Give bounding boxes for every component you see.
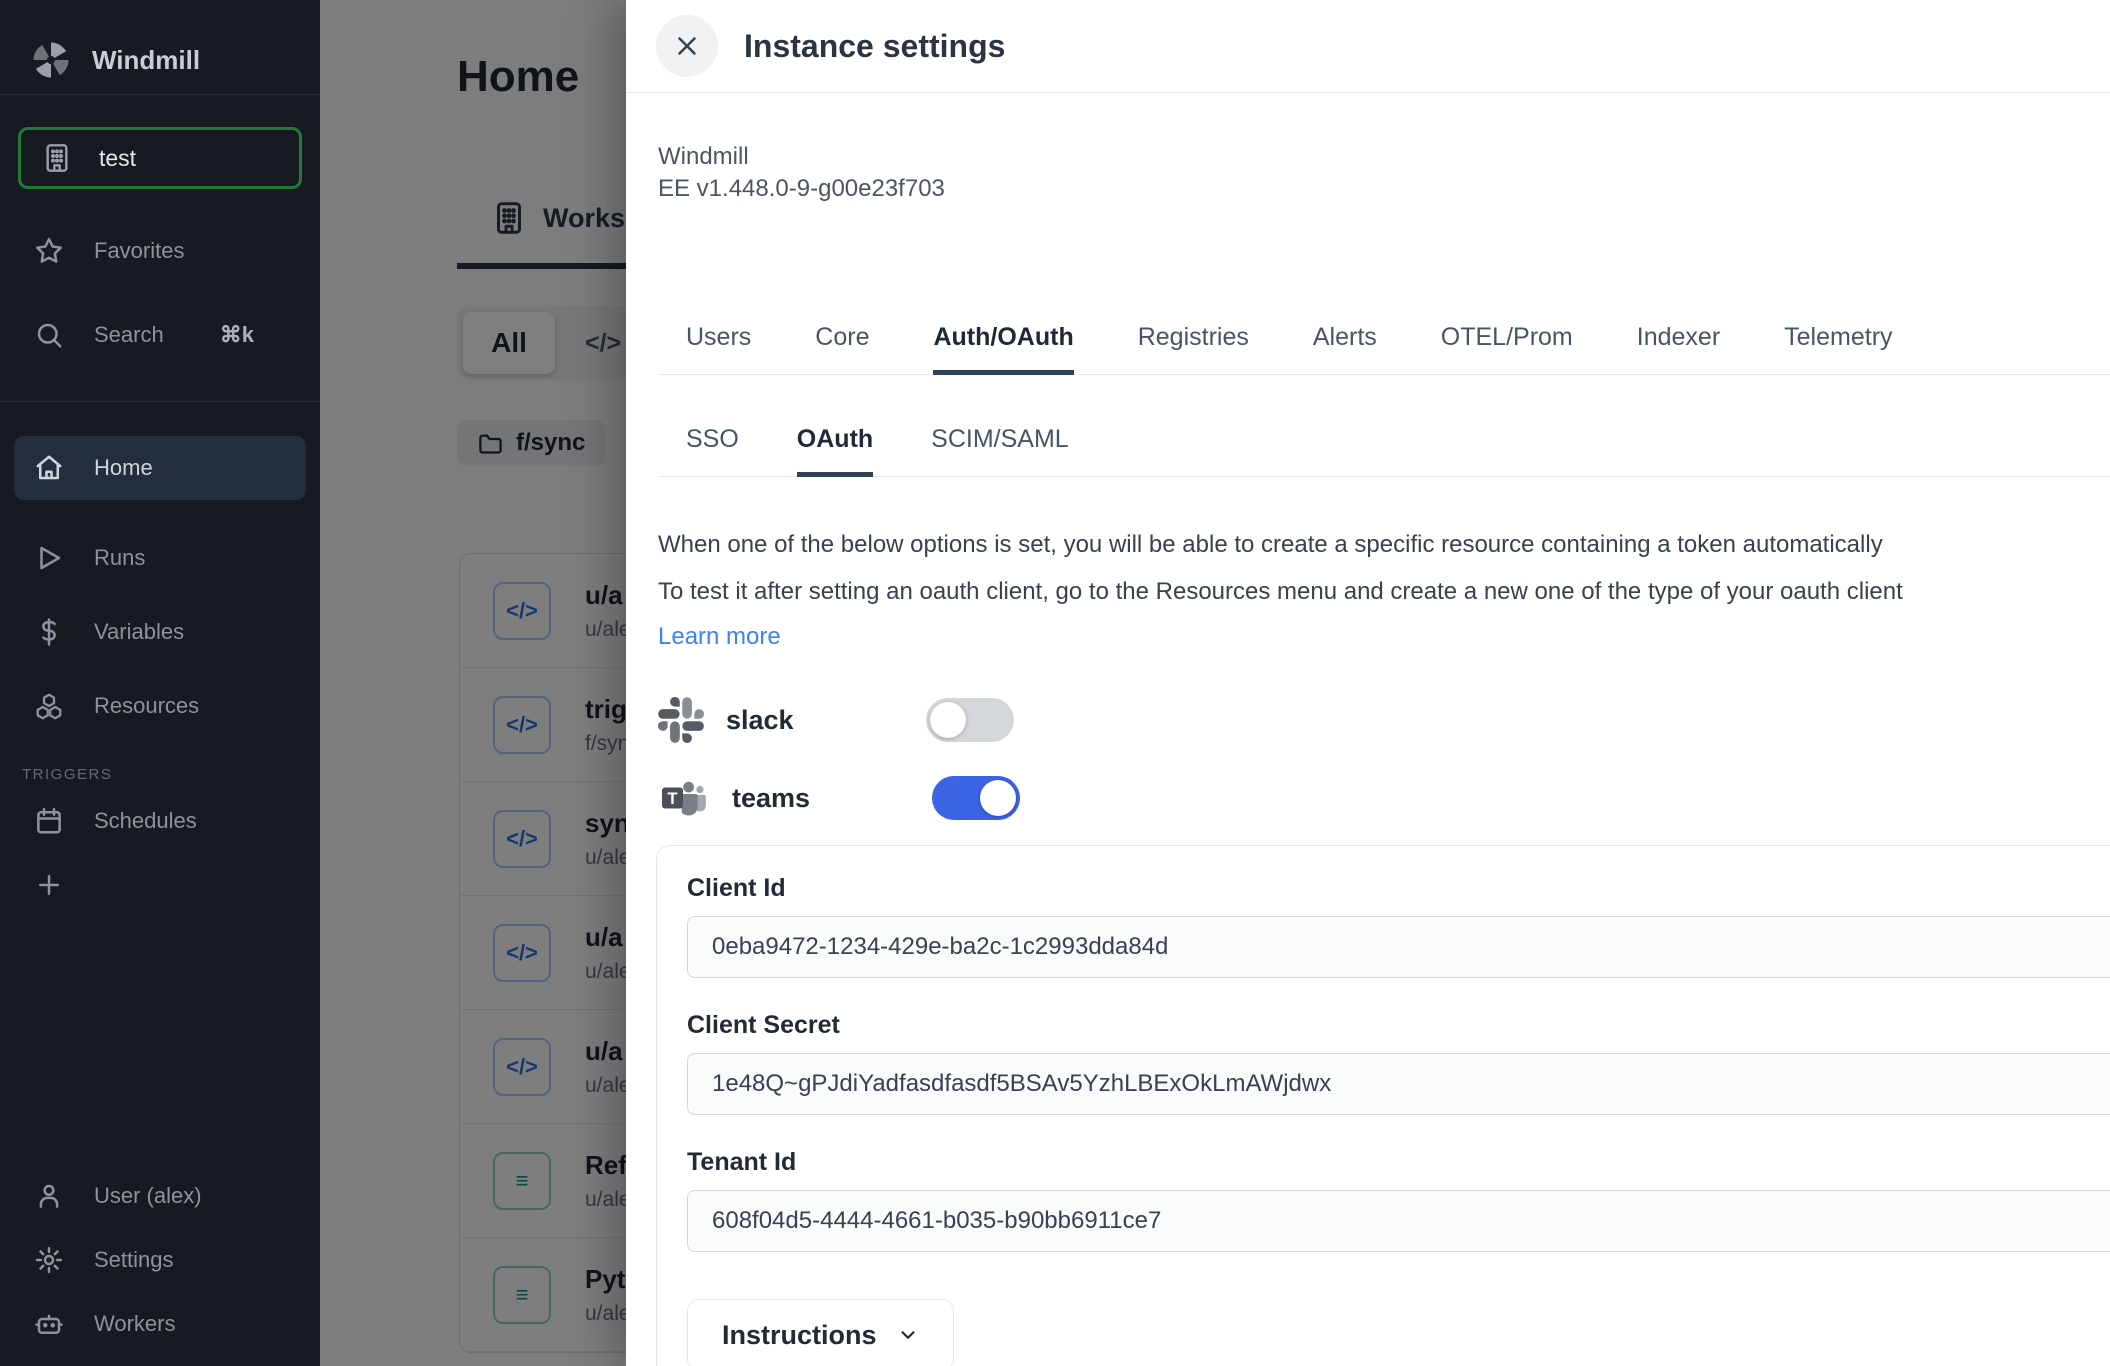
- triggers-section-label: TRIGGERS: [0, 738, 320, 789]
- sidebar-item-user[interactable]: User (alex): [0, 1164, 320, 1228]
- play-icon: [34, 543, 64, 573]
- app-name-line: Windmill: [658, 141, 2110, 173]
- sidebar-item-label: Resources: [94, 693, 199, 719]
- client-secret-input[interactable]: [687, 1053, 2110, 1115]
- sidebar-item-home[interactable]: Home: [14, 436, 306, 500]
- close-button[interactable]: [656, 15, 718, 77]
- app-logo[interactable]: Windmill: [0, 0, 320, 94]
- provider-row-slack: slack: [658, 681, 2110, 759]
- app-name: Windmill: [92, 45, 200, 76]
- provider-row-teams: T teams: [658, 759, 2110, 837]
- x-icon: [672, 31, 702, 61]
- slack-toggle[interactable]: [926, 698, 1014, 742]
- oauth-providers: slack T teams: [658, 681, 2110, 837]
- windmill-logo-icon: [30, 39, 72, 81]
- teams-oauth-form: Client Id Client Secret Tenant Id Instru…: [656, 845, 2110, 1366]
- tab-indexer[interactable]: Indexer: [1637, 323, 1720, 374]
- gear-icon: [34, 1245, 64, 1275]
- sidebar-item-resources[interactable]: Resources: [0, 674, 320, 738]
- plus-icon: [34, 870, 64, 900]
- search-shortcut: ⌘k: [220, 322, 254, 348]
- divider: [0, 94, 320, 95]
- sidebar-item-favorites[interactable]: Favorites: [0, 219, 320, 283]
- sidebar-item-workers[interactable]: Workers: [0, 1292, 320, 1356]
- teams-icon: T: [658, 775, 710, 821]
- subtab-sso[interactable]: SSO: [686, 425, 739, 476]
- svg-text:T: T: [668, 790, 678, 808]
- person-icon: [34, 1181, 64, 1211]
- sidebar-item-settings[interactable]: Settings: [0, 1228, 320, 1292]
- instructions-label: Instructions: [722, 1320, 877, 1351]
- sidebar-item-label: Settings: [94, 1247, 174, 1273]
- search-icon: [34, 320, 64, 350]
- sidebar-item-label: Runs: [94, 545, 145, 571]
- toggle-knob: [980, 780, 1016, 816]
- auth-subtabs: SSO OAuth SCIM/SAML: [658, 425, 2110, 477]
- instructions-button[interactable]: Instructions: [687, 1299, 954, 1366]
- tab-otel-prom[interactable]: OTEL/Prom: [1441, 323, 1573, 374]
- robot-icon: [34, 1309, 64, 1339]
- drawer-header: Instance settings: [626, 0, 2110, 93]
- tab-alerts[interactable]: Alerts: [1313, 323, 1377, 374]
- drawer-title: Instance settings: [744, 28, 1005, 65]
- divider: [0, 401, 320, 402]
- dollar-icon: [34, 617, 64, 647]
- tab-telemetry[interactable]: Telemetry: [1784, 323, 1892, 374]
- sidebar-item-label: Favorites: [94, 238, 184, 264]
- client-secret-label: Client Secret: [687, 1011, 2110, 1040]
- provider-name: slack: [726, 705, 926, 736]
- workspace-selector[interactable]: test: [18, 127, 302, 189]
- client-id-input[interactable]: [687, 916, 2110, 978]
- sidebar-item-label: Search: [94, 322, 164, 348]
- sidebar-bottom: User (alex) Settings Workers: [0, 1164, 320, 1356]
- sidebar-add-button[interactable]: [0, 853, 320, 917]
- tab-core[interactable]: Core: [815, 323, 869, 374]
- description-line-2: To test it after setting an oauth client…: [658, 568, 2110, 615]
- sidebar-item-schedules[interactable]: Schedules: [0, 789, 320, 853]
- building-icon: [41, 142, 73, 174]
- instance-settings-drawer: Instance settings Windmill EE v1.448.0-9…: [626, 0, 2110, 1366]
- subtab-scim-saml[interactable]: SCIM/SAML: [931, 425, 1069, 476]
- workspace-name: test: [99, 145, 136, 172]
- sidebar-item-search[interactable]: Search ⌘k: [0, 303, 320, 367]
- star-icon: [34, 236, 64, 266]
- version-line: EE v1.448.0-9-g00e23f703: [658, 173, 2110, 205]
- sidebar-item-label: Home: [94, 455, 153, 481]
- oauth-description: When one of the below options is set, yo…: [658, 521, 2110, 615]
- tenant-id-label: Tenant Id: [687, 1148, 2110, 1177]
- tab-users[interactable]: Users: [686, 323, 751, 374]
- client-id-label: Client Id: [687, 874, 2110, 903]
- sidebar-item-label: Schedules: [94, 808, 197, 834]
- toggle-knob: [930, 702, 966, 738]
- sidebar-item-label: Workers: [94, 1311, 176, 1337]
- tab-auth-oauth[interactable]: Auth/OAuth: [933, 323, 1073, 375]
- cubes-icon: [34, 691, 64, 721]
- tab-registries[interactable]: Registries: [1138, 323, 1249, 374]
- subtab-oauth[interactable]: OAuth: [797, 425, 873, 477]
- sidebar-item-label: Variables: [94, 619, 184, 645]
- house-icon: [34, 453, 64, 483]
- sidebar: Windmill test Favorites Search ⌘k Home R…: [0, 0, 320, 1366]
- sidebar-item-variables[interactable]: Variables: [0, 600, 320, 664]
- description-line-1: When one of the below options is set, yo…: [658, 521, 2110, 568]
- settings-tabs: Users Core Auth/OAuth Registries Alerts …: [658, 323, 2110, 375]
- learn-more-link[interactable]: Learn more: [658, 623, 781, 651]
- provider-name: teams: [732, 783, 932, 814]
- chevron-down-icon: [897, 1324, 919, 1346]
- tenant-id-input[interactable]: [687, 1190, 2110, 1252]
- calendar-icon: [34, 806, 64, 836]
- drawer-body: Windmill EE v1.448.0-9-g00e23f703 Users …: [626, 93, 2110, 1366]
- sidebar-item-runs[interactable]: Runs: [0, 526, 320, 590]
- teams-toggle[interactable]: [932, 776, 1020, 820]
- sidebar-item-label: User (alex): [94, 1183, 202, 1209]
- slack-icon: [658, 697, 704, 743]
